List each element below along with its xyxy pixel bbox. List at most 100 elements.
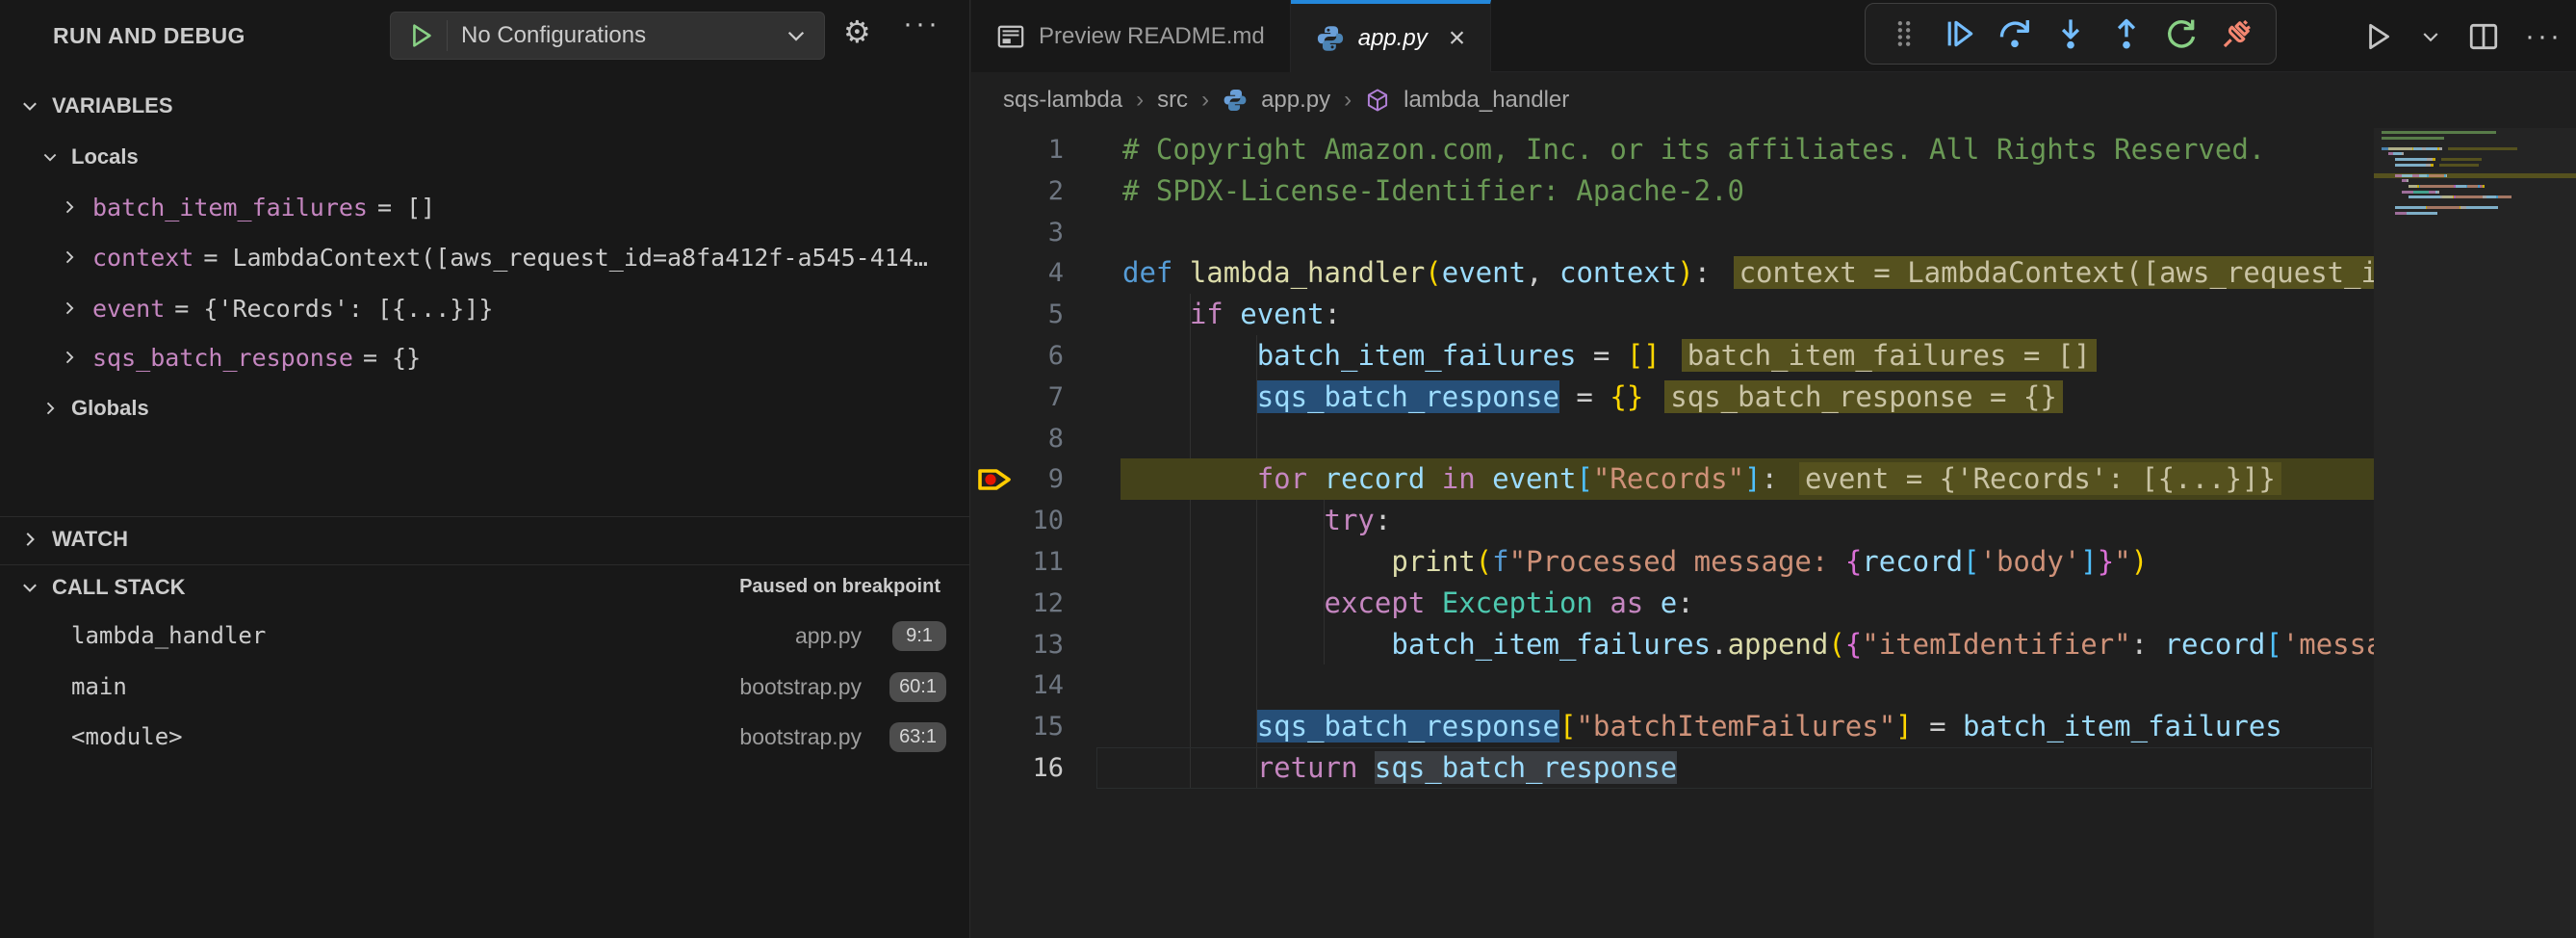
code-line-15: 15 sqs_batch_response["batchItemFailures… xyxy=(971,706,2374,747)
step-into-icon[interactable] xyxy=(2051,14,2090,53)
line-number[interactable]: 6 xyxy=(971,335,1064,377)
gear-icon[interactable]: ⚙ xyxy=(843,13,871,50)
minimap-line xyxy=(2382,164,2576,167)
minimap-segment xyxy=(2439,147,2443,150)
code-editor[interactable]: 1 # Copyright Amazon.com, Inc. or its aff… xyxy=(971,128,2374,938)
code-text[interactable]: sqs_batch_response = {}sqs_batch_respons… xyxy=(1122,377,2063,418)
code-text[interactable]: # Copyright Amazon.com, Inc. or its affi… xyxy=(1122,129,2265,170)
token xyxy=(1122,504,1325,536)
line-number[interactable]: 15 xyxy=(971,706,1064,747)
line-number[interactable]: 11 xyxy=(971,541,1064,583)
step-over-icon[interactable] xyxy=(1996,14,2034,53)
continue-icon[interactable] xyxy=(1941,14,1979,53)
variable-row[interactable]: context= LambdaContext([aws_request_id=a… xyxy=(0,236,969,278)
code-text[interactable]: return sqs_batch_response xyxy=(1122,747,1677,789)
line-number[interactable]: 14 xyxy=(971,664,1064,706)
token: : xyxy=(1677,586,1693,619)
more-actions-icon[interactable]: ··· xyxy=(2525,20,2563,53)
tab-preview-readme[interactable]: Preview README.md xyxy=(971,0,1291,72)
debug-toolbar xyxy=(1865,3,2277,65)
token: except xyxy=(1325,586,1442,619)
call-stack-section-header[interactable]: CALL STACK Paused on breakpoint xyxy=(0,564,969,609)
line-number[interactable]: 5 xyxy=(971,294,1064,335)
minimap-segment xyxy=(2442,195,2453,198)
tab-app-py[interactable]: app.py × xyxy=(1291,0,1492,72)
minimap[interactable] xyxy=(2374,128,2576,938)
locals-group[interactable]: Locals xyxy=(0,136,969,178)
code-text[interactable]: print(f"Processed message: {record['body… xyxy=(1122,541,2148,583)
line-number[interactable]: 2 xyxy=(971,170,1064,212)
code-line-8: 8 xyxy=(971,418,2374,459)
stack-frame-row[interactable]: main bootstrap.py 60:1 xyxy=(0,665,969,708)
code-text[interactable]: if event: xyxy=(1122,294,1341,335)
chevron-right-icon[interactable] xyxy=(60,248,79,267)
minimap-segment xyxy=(2395,164,2426,167)
chevron-right-icon[interactable] xyxy=(60,197,79,217)
start-debug-icon[interactable] xyxy=(406,21,435,50)
token xyxy=(1122,628,1391,661)
restart-icon[interactable] xyxy=(2162,14,2201,53)
line-number[interactable]: 16 xyxy=(971,747,1064,789)
line-number[interactable]: 1 xyxy=(971,129,1064,170)
minimap-line xyxy=(2382,152,2576,155)
breadcrumb-symbol[interactable]: lambda_handler xyxy=(1404,87,1569,114)
line-number[interactable]: 4 xyxy=(971,252,1064,294)
stack-frame-row[interactable]: <module> bootstrap.py 63:1 xyxy=(0,716,969,758)
split-editor-icon[interactable] xyxy=(2467,20,2500,53)
token xyxy=(1122,380,1257,413)
chevron-right-icon[interactable] xyxy=(60,348,79,367)
code-text[interactable]: sqs_batch_response["batchItemFailures"] … xyxy=(1122,706,2282,747)
line-number[interactable]: 3 xyxy=(971,212,1064,253)
breadcrumb-separator: › xyxy=(1201,87,1209,114)
debug-config-dropdown[interactable]: No Configurations xyxy=(390,12,825,60)
breadcrumb-folder[interactable]: src xyxy=(1157,87,1188,114)
debug-config-label[interactable]: No Configurations xyxy=(461,22,646,49)
chevron-down-icon xyxy=(19,577,40,598)
breadcrumb-file[interactable]: app.py xyxy=(1261,87,1330,114)
disconnect-icon[interactable] xyxy=(2218,14,2256,53)
minimap-segment xyxy=(2413,191,2429,194)
drag-handle-icon[interactable] xyxy=(1885,14,1923,53)
line-number[interactable]: 10 xyxy=(971,500,1064,541)
code-text[interactable]: except Exception as e: xyxy=(1122,583,1694,624)
breakpoint-current-line-icon[interactable] xyxy=(977,458,1021,500)
line-number[interactable]: 8 xyxy=(971,418,1064,459)
run-button[interactable] xyxy=(2361,20,2394,53)
line-number[interactable]: 12 xyxy=(971,583,1064,624)
token: f xyxy=(1492,545,1508,578)
chevron-right-icon[interactable] xyxy=(60,299,79,318)
line-number[interactable]: 13 xyxy=(971,624,1064,665)
more-actions-icon[interactable]: ··· xyxy=(903,8,940,40)
editor-actions: ··· xyxy=(2361,0,2563,72)
code-text[interactable]: # SPDX-License-Identifier: Apache-2.0 xyxy=(1122,170,1744,212)
minimap-segment xyxy=(2433,158,2436,161)
python-icon xyxy=(1223,88,1248,113)
watch-section-header[interactable]: WATCH xyxy=(0,516,969,560)
variable-name: context xyxy=(92,244,193,272)
globals-group[interactable]: Globals xyxy=(0,387,969,430)
minimap-segment xyxy=(2413,147,2422,150)
code-line-14: 14 xyxy=(971,664,2374,706)
variable-row[interactable]: sqs_batch_response= {} xyxy=(0,336,969,378)
run-dropdown-chevron-icon[interactable] xyxy=(2419,25,2442,48)
code-text[interactable]: batch_item_failures.append({"itemIdentif… xyxy=(1122,624,2374,665)
minimap-line xyxy=(2382,131,2576,134)
variables-section-header[interactable]: VARIABLES xyxy=(0,85,969,127)
minimap-segment xyxy=(2388,147,2412,150)
line-number[interactable]: 7 xyxy=(971,377,1064,418)
step-out-icon[interactable] xyxy=(2107,14,2146,53)
stack-frame-row[interactable]: lambda_handler app.py 9:1 xyxy=(0,614,969,657)
breadcrumb-separator: › xyxy=(1344,87,1352,114)
code-text[interactable]: def lambda_handler(event, context): cont… xyxy=(1122,252,2374,294)
code-line-3: 3 xyxy=(971,212,2374,253)
close-icon[interactable]: × xyxy=(1449,24,1466,53)
code-text[interactable]: try: xyxy=(1122,500,1391,541)
chevron-down-icon[interactable] xyxy=(784,23,809,48)
minimap-segment xyxy=(2429,191,2435,194)
minimap-segment xyxy=(2427,206,2459,209)
code-text[interactable]: batch_item_failures = []batch_item_failu… xyxy=(1122,335,2097,377)
breadcrumb-project[interactable]: sqs-lambda xyxy=(1003,87,1122,114)
variable-row[interactable]: event= {'Records': [{...}]} xyxy=(0,287,969,329)
token: def xyxy=(1122,256,1190,289)
variable-row[interactable]: batch_item_failures= [] xyxy=(0,186,969,228)
